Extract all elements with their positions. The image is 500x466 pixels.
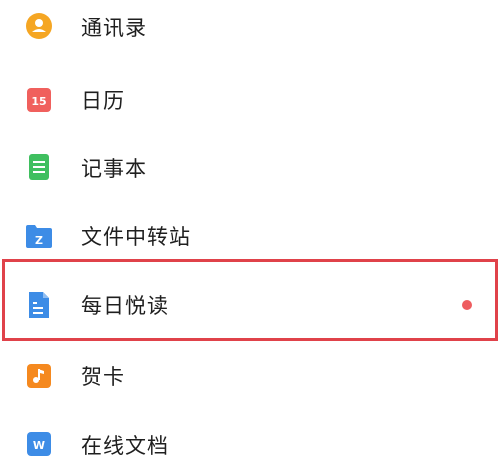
list-item-label: 贺卡 xyxy=(81,365,125,389)
list-item-calendar[interactable]: 15 日历 xyxy=(0,65,500,135)
folder-icon-letter: Z xyxy=(35,234,43,247)
contacts-icon xyxy=(26,13,52,39)
list-item-file-transfer[interactable]: Z 文件中转站 xyxy=(0,201,500,271)
list-item-label: 文件中转站 xyxy=(81,225,191,249)
red-dot-badge xyxy=(462,300,472,310)
daily-reading-icon xyxy=(26,292,52,318)
list-item-label: 日历 xyxy=(81,89,125,113)
list-item-daily-reading[interactable]: 每日悦读 xyxy=(0,265,500,335)
app-list: 通讯录 15 日历 记事本 Z 文件中转站 每日悦读 贺卡 W 在线文档 xyxy=(0,0,500,466)
online-docs-icon: W xyxy=(26,431,52,457)
list-item-online-docs[interactable]: W 在线文档 xyxy=(0,410,500,466)
list-item-label: 每日悦读 xyxy=(81,294,169,318)
list-item-label: 在线文档 xyxy=(81,434,169,458)
greeting-card-icon xyxy=(26,363,52,389)
docs-icon-letter: W xyxy=(33,439,45,452)
list-item-notepad[interactable]: 记事本 xyxy=(0,133,500,203)
calendar-icon: 15 xyxy=(26,87,52,113)
list-item-label: 通讯录 xyxy=(81,16,147,40)
list-item-label: 记事本 xyxy=(81,157,147,181)
folder-z-icon: Z xyxy=(26,223,52,249)
calendar-icon-number: 15 xyxy=(31,95,46,108)
list-item-greeting-card[interactable]: 贺卡 xyxy=(0,340,500,410)
notepad-icon xyxy=(26,154,52,180)
list-item-contacts[interactable]: 通讯录 xyxy=(0,0,500,52)
